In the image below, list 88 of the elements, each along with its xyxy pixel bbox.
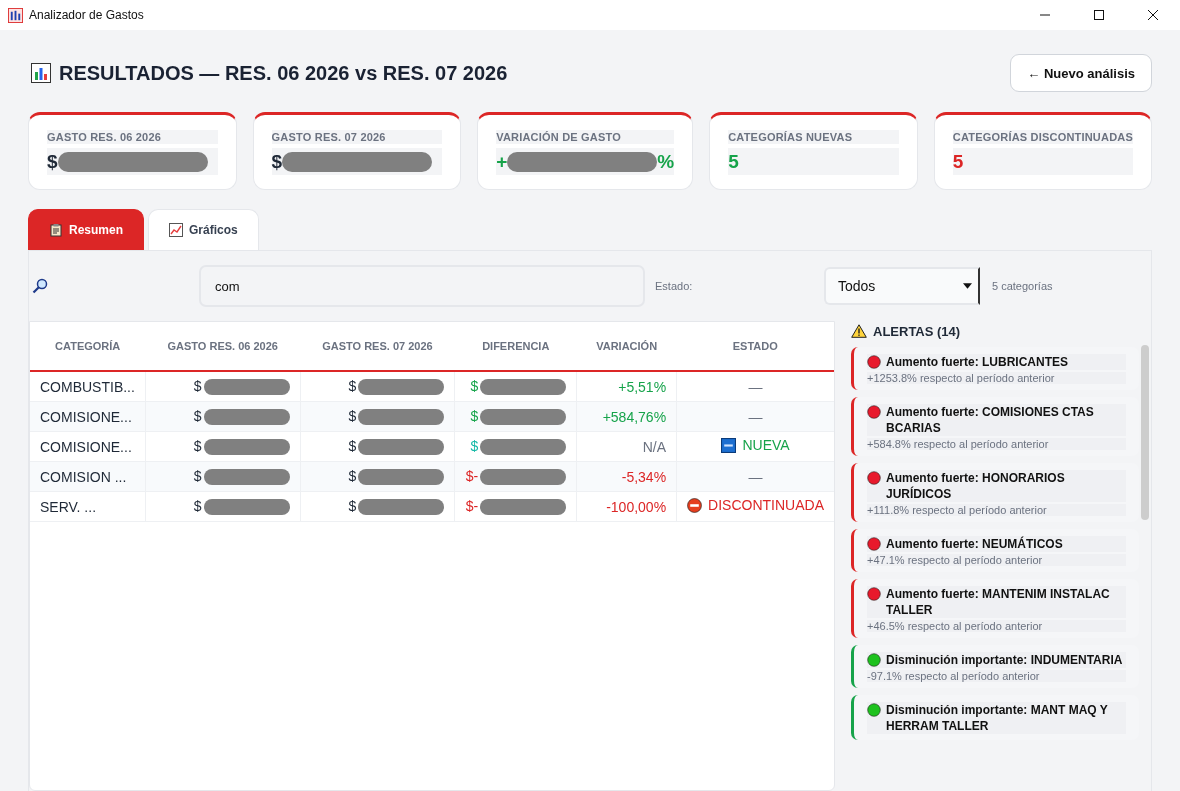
- search-field[interactable]: com: [199, 265, 645, 307]
- column-header: VARIACIÓN: [576, 322, 677, 371]
- column-header: GASTO RES. 06 2026: [145, 322, 301, 371]
- clipboard-icon: [49, 223, 63, 237]
- stat-value: +: [496, 150, 508, 173]
- no-entry-icon: [687, 497, 703, 513]
- caret-icon: [963, 283, 972, 289]
- money-prefix: $: [348, 437, 357, 454]
- table-cell: —: [748, 408, 763, 425]
- alert-title: Aumento fuerte: MANTENIM INSTALAC TALLER: [886, 586, 1111, 618]
- alert-title: Aumento fuerte: COMISIONES CTAS BCARIAS: [886, 404, 1095, 436]
- table-cell: +584,76%: [576, 401, 677, 432]
- alert-detail: +46.5% respecto al período anterior: [867, 620, 1126, 632]
- table-cell: +5,51%: [576, 371, 677, 402]
- money-prefix: $: [193, 407, 202, 424]
- table-cell: COMBUSTIB...: [30, 371, 146, 402]
- stat-value: $: [271, 150, 283, 173]
- table-cell: -100,00%: [576, 491, 677, 522]
- line-chart-icon: [169, 223, 184, 237]
- stat-value: 5: [728, 150, 739, 173]
- status-dot-icon: [867, 653, 881, 667]
- status-dot-icon: [867, 587, 881, 601]
- table-cell: —: [748, 468, 763, 485]
- table-cell: -5,34%: [576, 461, 677, 492]
- stat-value: $: [47, 150, 58, 173]
- alert-detail: +584.8% respecto al período anterior: [867, 438, 1126, 450]
- table-cell: —: [748, 378, 763, 395]
- new-icon: [721, 437, 737, 453]
- app-icon: [8, 7, 23, 23]
- alerts-title: ALERTAS (14): [873, 323, 961, 339]
- alert-title: Disminución importante: MANT MAQ Y HERRAM TALLER: [886, 702, 1109, 734]
- column-header: ESTADO: [676, 322, 834, 371]
- status-dot-icon: [867, 405, 881, 419]
- alert-title: Aumento fuerte: HONORARIOS JURÍDICOS: [886, 470, 1066, 502]
- column-header: GASTO RES. 07 2026: [300, 322, 455, 371]
- warning-icon: [851, 324, 867, 338]
- money-prefix: $: [348, 407, 357, 424]
- money-prefix: $: [348, 467, 357, 484]
- stat-label: GASTO RES. 06 2026: [47, 130, 218, 144]
- money-prefix: $: [348, 497, 357, 514]
- alert-detail: -97.1% respecto al período anterior: [867, 670, 1126, 682]
- alert-detail: +1253.8% respecto al período anterior: [867, 372, 1126, 384]
- column-header: DIFERENCIA: [454, 322, 577, 371]
- maximize-icon[interactable]: [1094, 10, 1104, 20]
- estado-label: Estado:: [655, 280, 694, 292]
- category-count: 5 categorías: [992, 280, 1053, 292]
- alert-detail: +111.8% respecto al período anterior: [867, 504, 1126, 516]
- table-cell: SERV. ...: [30, 491, 146, 522]
- alert-title: Aumento fuerte: NEUMÁTICOS: [886, 536, 1063, 552]
- status-dot-icon: [867, 537, 881, 551]
- stat-label: CATEGORÍAS DISCONTINUADAS: [952, 130, 1133, 144]
- search-icon: [32, 278, 48, 294]
- status-dot-icon: [867, 471, 881, 485]
- stat-label: GASTO RES. 07 2026: [271, 130, 443, 144]
- money-prefix: $: [470, 437, 479, 454]
- money-prefix: $: [193, 467, 202, 484]
- stat-label: CATEGORÍAS NUEVAS: [728, 130, 899, 144]
- alert-title: Disminución importante: INDUMENTARIA: [886, 652, 1123, 668]
- tab[interactable]: Gráficos: [148, 209, 259, 250]
- money-prefix: $: [348, 377, 357, 394]
- table-cell: COMISION ...: [30, 461, 146, 492]
- status-label: DISCONTINUADA: [708, 497, 824, 514]
- page-title: RESULTADOS — RES. 06 2026 vs RES. 07 2026: [59, 61, 508, 85]
- tab[interactable]: Resumen: [28, 209, 145, 250]
- money-prefix: $-: [465, 497, 479, 514]
- money-prefix: $: [470, 377, 479, 394]
- table-cell: COMISIONE...: [30, 431, 146, 462]
- money-prefix: $: [193, 437, 202, 454]
- stat-value: %: [657, 150, 675, 173]
- status-label: NUEVA: [742, 437, 790, 454]
- money-prefix: $: [193, 497, 202, 514]
- alert-title: Aumento fuerte: LUBRICANTES: [886, 354, 1068, 370]
- column-header: CATEGORÍA: [30, 322, 146, 371]
- status-dot-icon: [867, 355, 881, 369]
- table-cell: COMISIONE...: [30, 401, 146, 432]
- stat-value: 5: [952, 150, 964, 173]
- estado-dropdown[interactable]: Todos: [824, 267, 980, 305]
- close-icon[interactable]: [1148, 10, 1158, 20]
- new-analysis-button[interactable]: ← Nuevo análisis: [1010, 54, 1152, 92]
- stat-label: VARIACIÓN DE GASTO: [496, 130, 675, 144]
- money-prefix: $: [193, 377, 202, 394]
- status-dot-icon: [867, 703, 881, 717]
- money-prefix: $-: [465, 467, 479, 484]
- table-cell: N/A: [576, 431, 677, 462]
- bar-chart-icon: [31, 63, 51, 83]
- money-prefix: $: [470, 407, 479, 424]
- window-title: Analizador de Gastos: [29, 8, 144, 22]
- alert-detail: +47.1% respecto al período anterior: [867, 554, 1126, 566]
